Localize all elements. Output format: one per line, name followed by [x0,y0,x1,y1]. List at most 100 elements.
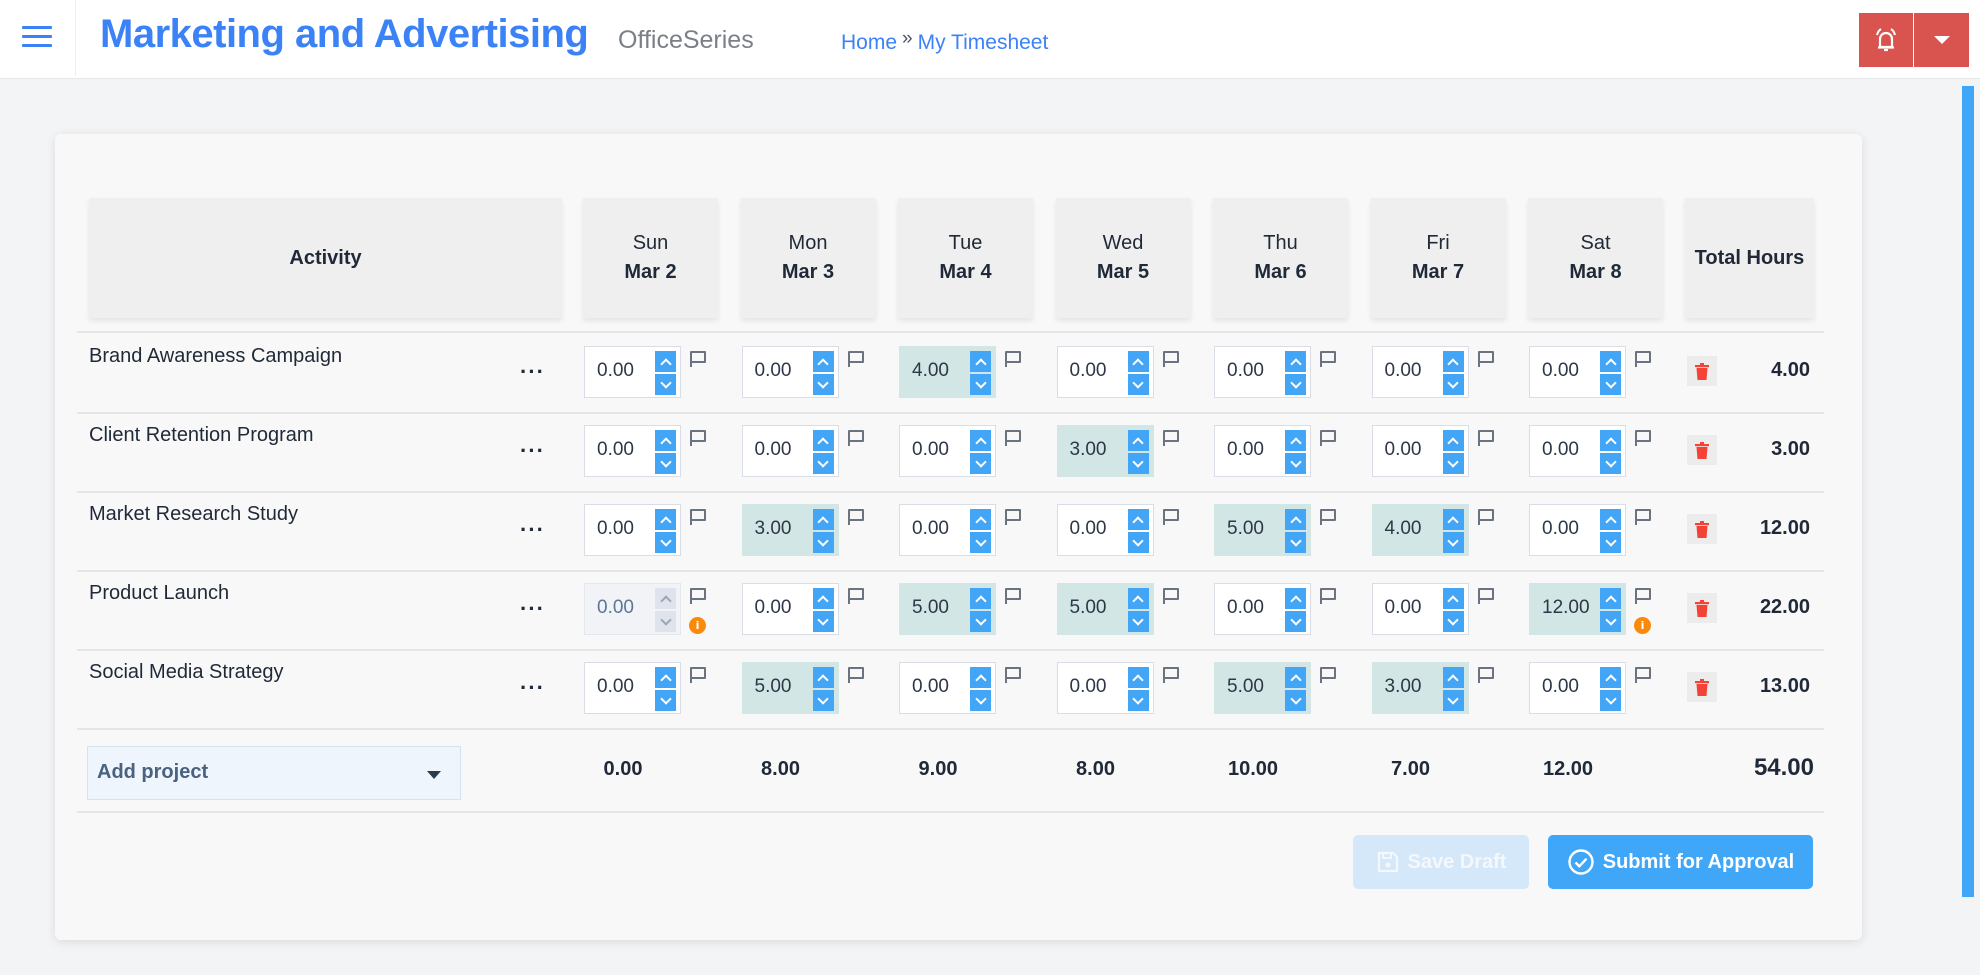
decrement-button[interactable] [812,611,834,632]
comment-icon[interactable] [1005,588,1021,604]
decrement-button[interactable] [970,690,991,711]
hours-input[interactable]: 5.00 [1056,583,1154,635]
submit-for-approval-button[interactable]: Submit for Approval [1548,835,1813,889]
save-draft-button[interactable]: Save Draft [1353,835,1529,889]
increment-button[interactable] [1442,351,1464,372]
comment-icon[interactable] [690,509,706,525]
comment-icon[interactable] [1477,430,1494,446]
comment-icon[interactable] [690,667,706,683]
comment-icon[interactable] [1635,588,1651,604]
comment-icon[interactable] [1162,351,1179,367]
decrement-button[interactable] [1600,690,1621,711]
increment-button[interactable] [970,667,991,688]
delete-row-button[interactable] [1687,514,1717,544]
increment-button[interactable] [655,667,676,688]
increment-button[interactable] [1442,667,1464,688]
increment-button[interactable] [1600,588,1621,609]
decrement-button[interactable] [1442,690,1464,711]
hours-input[interactable]: 0.00 [584,425,681,477]
hours-input[interactable]: 0.00 [1371,346,1469,398]
increment-button[interactable] [1600,430,1621,451]
increment-button[interactable] [1600,667,1621,688]
hours-input[interactable]: 0.00 [1371,583,1469,635]
comment-icon[interactable] [1477,509,1494,525]
comment-icon[interactable] [1477,667,1494,683]
hours-input[interactable]: 0.00 [1056,504,1154,556]
increment-button[interactable] [1285,667,1306,688]
decrement-button[interactable] [970,532,991,553]
decrement-button[interactable] [1442,611,1464,632]
delete-row-button[interactable] [1687,356,1717,386]
hours-input[interactable]: 0.00 [899,425,996,477]
comment-icon[interactable] [1005,667,1021,683]
increment-button[interactable] [970,509,991,530]
decrement-button[interactable] [1285,453,1306,474]
comment-icon[interactable] [1320,509,1336,525]
decrement-button[interactable] [970,611,991,632]
comment-icon[interactable] [1320,588,1336,604]
increment-button[interactable] [1600,351,1621,372]
comment-icon[interactable] [1320,351,1336,367]
hours-input[interactable]: 0.00 [1529,662,1626,714]
hours-input[interactable]: 0.00 [1529,425,1626,477]
increment-button[interactable] [1442,430,1464,451]
increment-button[interactable] [655,351,676,372]
comment-icon[interactable] [1635,667,1651,683]
increment-button[interactable] [1127,430,1149,451]
decrement-button[interactable] [1600,611,1621,632]
comment-icon[interactable] [847,588,864,604]
decrement-button[interactable] [1127,453,1149,474]
increment-button[interactable] [812,509,834,530]
decrement-button[interactable] [970,374,991,395]
hours-input[interactable]: 4.00 [1371,504,1469,556]
comment-icon[interactable] [1477,351,1494,367]
comment-icon[interactable] [1635,351,1651,367]
increment-button[interactable] [812,351,834,372]
hours-input[interactable]: 0.00 [1529,346,1626,398]
increment-button[interactable] [1600,509,1621,530]
alerts-dropdown-button[interactable] [1914,13,1969,67]
comment-icon[interactable] [1005,509,1021,525]
comment-icon[interactable] [1477,588,1494,604]
increment-button[interactable] [1127,351,1149,372]
hamburger-icon[interactable] [22,26,52,52]
comment-icon[interactable] [847,667,864,683]
delete-row-button[interactable] [1687,593,1717,623]
hours-input[interactable]: 5.00 [741,662,839,714]
decrement-button[interactable] [1600,453,1621,474]
hours-input[interactable]: 0.00 [741,346,839,398]
increment-button[interactable] [812,430,834,451]
decrement-button[interactable] [1600,532,1621,553]
decrement-button[interactable] [812,374,834,395]
hours-input[interactable]: 0.00 [584,662,681,714]
decrement-button[interactable] [1442,374,1464,395]
breadcrumb-home[interactable]: Home [841,31,897,55]
hours-input[interactable]: 5.00 [1214,504,1311,556]
hours-input[interactable]: 0.00 [1056,662,1154,714]
increment-button[interactable] [1127,667,1149,688]
decrement-button[interactable] [1127,374,1149,395]
comment-icon[interactable] [1635,430,1651,446]
decrement-button[interactable] [655,453,676,474]
comment-icon[interactable] [690,430,706,446]
increment-button[interactable] [1285,351,1306,372]
decrement-button[interactable] [1285,532,1306,553]
hours-input[interactable]: 0.00 [741,425,839,477]
decrement-button[interactable] [1442,453,1464,474]
comment-icon[interactable] [1635,509,1651,525]
decrement-button[interactable] [812,532,834,553]
comment-icon[interactable] [1162,667,1179,683]
hours-input[interactable]: 3.00 [741,504,839,556]
comment-icon[interactable] [1320,430,1336,446]
decrement-button[interactable] [1285,611,1306,632]
increment-button[interactable] [970,351,991,372]
comment-icon[interactable] [1162,430,1179,446]
hours-input[interactable]: 0.00 [584,346,681,398]
increment-button[interactable] [812,588,834,609]
comment-icon[interactable] [1005,351,1021,367]
hours-input[interactable]: 0.00 [1056,346,1154,398]
decrement-button[interactable] [1127,690,1149,711]
decrement-button[interactable] [812,690,834,711]
comment-icon[interactable] [847,430,864,446]
decrement-button[interactable] [655,532,676,553]
